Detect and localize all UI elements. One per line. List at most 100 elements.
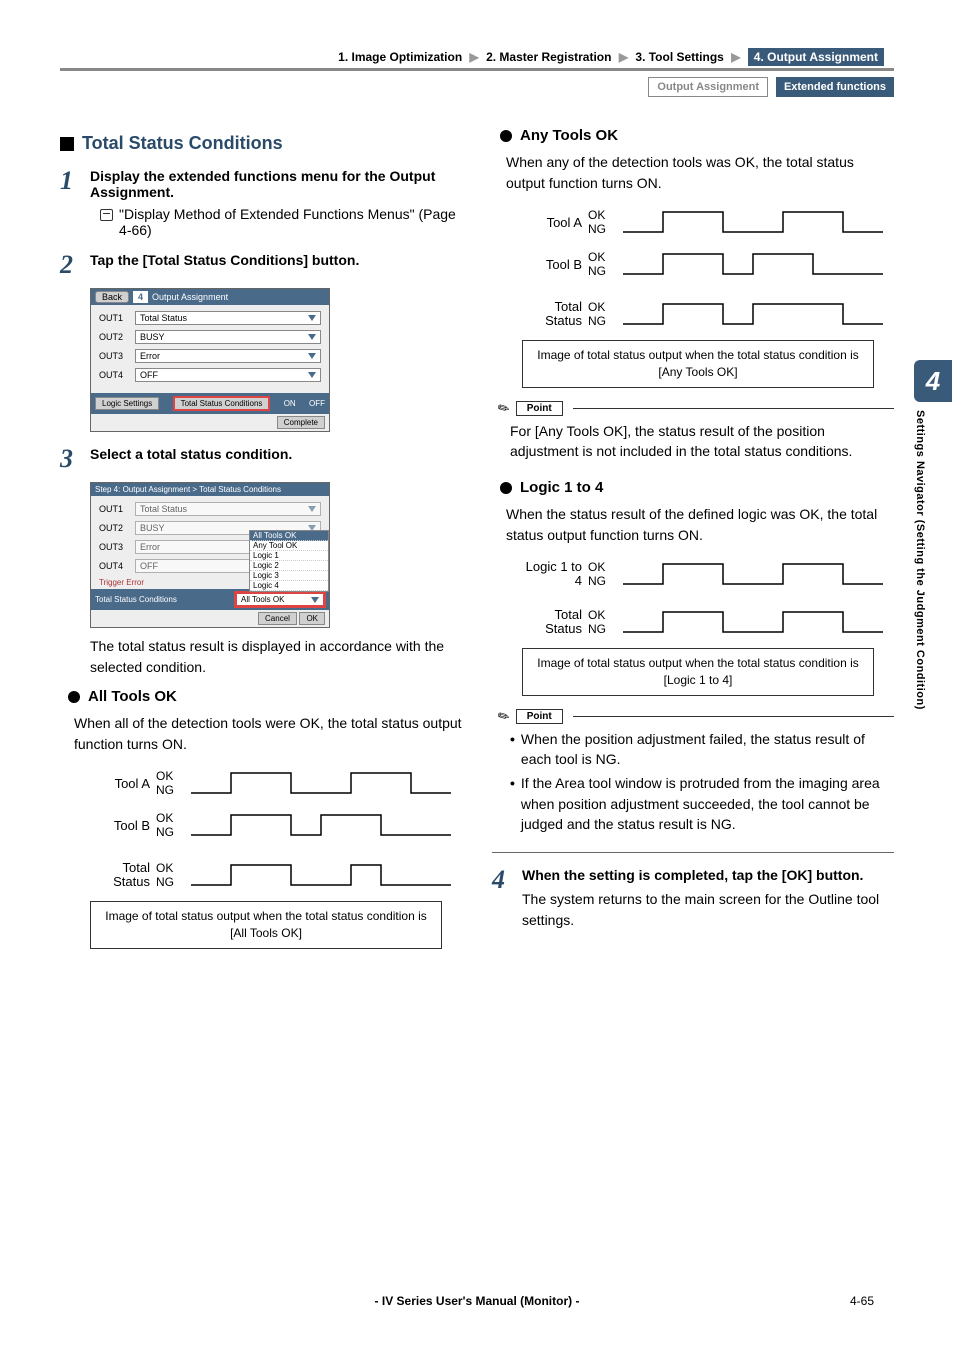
- chapter-title: Settings Navigator (Setting the Judgment…: [914, 402, 936, 718]
- circle-bullet-icon: [500, 130, 512, 142]
- all-tools-ok-title: All Tools OK: [88, 688, 177, 705]
- book-icon: [100, 209, 113, 221]
- option-logic-3[interactable]: Logic 3: [250, 571, 328, 581]
- any-tools-ok-desc: When any of the detection tools was OK, …: [506, 152, 894, 194]
- screen-title: Output Assignment: [152, 292, 228, 302]
- point-1-body: For [Any Tools OK], the status result of…: [510, 421, 894, 462]
- chapter-number: 4: [914, 360, 952, 402]
- cancel-button[interactable]: Cancel: [258, 612, 297, 625]
- options-list[interactable]: All Tools OK Any Tool OK Logic 1 Logic 2…: [249, 530, 329, 592]
- out3-label: OUT3: [99, 542, 127, 552]
- step-3: 3 Select a total status condition.: [60, 446, 462, 472]
- tags: Output Assignment Extended functions: [60, 77, 894, 97]
- diagram-any-tools-ok: Tool A OKNG Tool B OKNG Total Status OKN…: [522, 202, 894, 334]
- option-all-tools-ok[interactable]: All Tools OK: [250, 531, 328, 541]
- chevron-right-icon: ▶: [731, 50, 740, 64]
- point-2-item-2: If the Area tool window is protruded fro…: [521, 773, 894, 834]
- chevron-right-icon: ▶: [619, 50, 628, 64]
- sub-heading: Any Tools OK: [500, 127, 894, 144]
- circle-bullet-icon: [68, 691, 80, 703]
- logic-label: Logic 1 to 4: [522, 560, 582, 589]
- tool-b-label: Tool B: [90, 818, 150, 833]
- waveform-icon: [180, 855, 462, 895]
- step-3-title: Select a total status condition.: [90, 446, 462, 462]
- reference-link: "Display Method of Extended Functions Me…: [100, 206, 462, 238]
- caption-all-tools-ok: Image of total status output when the to…: [90, 901, 442, 949]
- step-badge: 4: [133, 291, 148, 303]
- out3-dropdown[interactable]: Error: [135, 349, 321, 363]
- pen-icon: ✎: [495, 706, 514, 727]
- step-2: 2 Tap the [Total Status Conditions] butt…: [60, 252, 462, 278]
- section-heading: Total Status Conditions: [60, 133, 462, 154]
- crumb-2: 2. Master Registration: [486, 50, 611, 64]
- step-4-note: The system returns to the main screen fo…: [522, 889, 894, 931]
- logic-desc: When the status result of the defined lo…: [506, 504, 894, 546]
- off-label: OFF: [309, 399, 325, 408]
- option-logic-4[interactable]: Logic 4: [250, 581, 328, 591]
- divider: [60, 68, 894, 71]
- chevron-right-icon: ▶: [470, 50, 479, 64]
- step-1-title: Display the extended functions menu for …: [90, 168, 462, 200]
- divider: [492, 852, 894, 853]
- page: 1. Image Optimization ▶ 2. Master Regist…: [0, 0, 954, 1348]
- diagram-all-tools-ok: Tool A OKNG Tool B OKNG Total Status OKN…: [90, 763, 462, 895]
- total-status-label: Total Status: [90, 861, 150, 890]
- footer-center: - IV Series User's Manual (Monitor) -: [375, 1294, 580, 1308]
- waveform-icon: [180, 805, 462, 845]
- step-3-note: The total status result is displayed in …: [90, 636, 462, 678]
- complete-button[interactable]: Complete: [277, 416, 325, 429]
- right-column: Any Tools OK When any of the detection t…: [492, 127, 894, 949]
- total-status-label: Total Status: [522, 300, 582, 329]
- tool-a-label: Tool A: [90, 776, 150, 791]
- chevron-down-icon: [308, 372, 316, 378]
- pen-icon: ✎: [495, 398, 514, 419]
- out2-dropdown[interactable]: BUSY: [135, 330, 321, 344]
- total-status-label: Total Status: [522, 608, 582, 637]
- ok-button[interactable]: OK: [299, 612, 325, 625]
- all-tools-ok-desc: When all of the detection tools were OK,…: [74, 713, 462, 755]
- reference-text: "Display Method of Extended Functions Me…: [119, 206, 462, 238]
- caption-logic: Image of total status output when the to…: [522, 648, 874, 696]
- point-callout: ✎ Point: [498, 400, 894, 417]
- on-label: ON: [284, 399, 296, 408]
- point-callout: ✎ Point: [498, 708, 894, 725]
- out1-label: OUT1: [99, 313, 127, 323]
- out1-dropdown: Total Status: [135, 502, 321, 516]
- option-logic-1[interactable]: Logic 1: [250, 551, 328, 561]
- section-title: Total Status Conditions: [82, 133, 283, 154]
- sub-heading: All Tools OK: [68, 688, 462, 705]
- total-status-conditions-button[interactable]: Total Status Conditions: [173, 396, 271, 411]
- square-bullet-icon: [60, 137, 74, 151]
- tool-a-label: Tool A: [522, 215, 582, 230]
- selected-condition-dropdown[interactable]: All Tools OK: [235, 592, 325, 607]
- caption-any-tools-ok: Image of total status output when the to…: [522, 340, 874, 388]
- step-number: 4: [492, 867, 512, 931]
- out2-label: OUT2: [99, 332, 127, 342]
- step-4: 4 When the setting is completed, tap the…: [492, 867, 894, 931]
- tool-b-label: Tool B: [522, 257, 582, 272]
- option-logic-2[interactable]: Logic 2: [250, 561, 328, 571]
- out2-label: OUT2: [99, 523, 127, 533]
- point-label: Point: [516, 401, 563, 416]
- option-any-tool-ok[interactable]: Any Tool OK: [250, 541, 328, 551]
- page-footer: - IV Series User's Manual (Monitor) - 4-…: [0, 1294, 954, 1308]
- step-2-title: Tap the [Total Status Conditions] button…: [90, 252, 462, 268]
- step-number: 1: [60, 168, 80, 238]
- screenshot-total-status-conditions: Step 4: Output Assignment > Total Status…: [90, 482, 330, 628]
- step-number: 3: [60, 446, 80, 472]
- left-column: Total Status Conditions 1 Display the ex…: [60, 127, 462, 949]
- side-tab: 4 Settings Navigator (Setting the Judgme…: [914, 360, 954, 718]
- waveform-icon: [612, 294, 894, 334]
- back-button[interactable]: Back: [95, 291, 129, 303]
- step-number: 2: [60, 252, 80, 278]
- out1-dropdown[interactable]: Total Status: [135, 311, 321, 325]
- tag-output-assignment: Output Assignment: [648, 77, 768, 97]
- any-tools-ok-title: Any Tools OK: [520, 127, 618, 144]
- sub-heading: Logic 1 to 4: [500, 479, 894, 496]
- out4-dropdown[interactable]: OFF: [135, 368, 321, 382]
- waveform-icon: [612, 202, 894, 242]
- divider: [573, 408, 894, 409]
- logic-settings-button[interactable]: Logic Settings: [95, 397, 159, 410]
- chevron-down-icon: [308, 353, 316, 359]
- breadcrumb: 1. Image Optimization ▶ 2. Master Regist…: [60, 50, 894, 64]
